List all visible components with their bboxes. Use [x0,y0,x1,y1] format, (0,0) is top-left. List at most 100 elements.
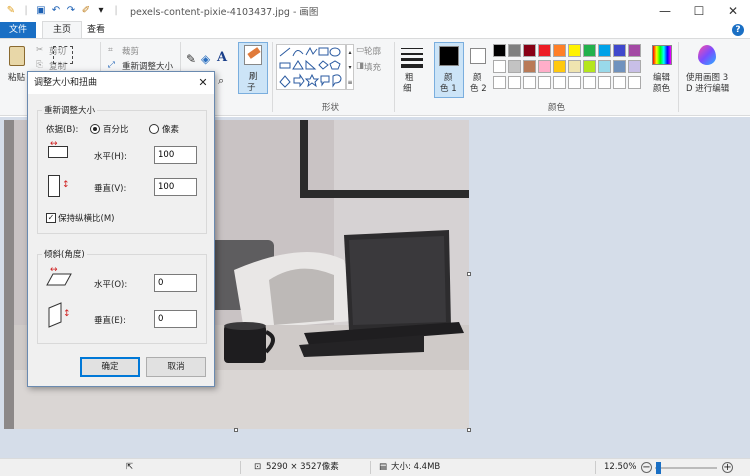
zoom-level: 12.50% [604,462,637,472]
palette-swatch[interactable] [508,76,521,89]
palette-swatch[interactable] [583,44,596,57]
pixels-radio[interactable] [149,124,159,134]
palette-swatch[interactable] [553,60,566,73]
customize-qa-icon[interactable]: ▾ [95,5,107,17]
ok-button[interactable]: 确定 [80,357,140,377]
maximize-button[interactable]: ☐ [682,0,716,22]
palette-swatch[interactable] [508,44,521,57]
fill-icon[interactable]: ◈ [201,52,210,66]
vertical-resize-icon: ↕ [46,173,70,199]
magnifier-icon[interactable]: ⌕ [218,74,224,88]
canvas-resize-handle[interactable] [467,272,471,276]
tab-view[interactable]: 查看 [84,22,108,38]
save-icon[interactable]: ▣ [35,5,47,17]
tab-home[interactable]: 主页 [42,21,82,39]
paste-button[interactable]: 粘贴 [8,71,25,83]
brush-icon [244,45,262,65]
palette-swatch[interactable] [568,44,581,57]
cancel-button[interactable]: 取消 [146,357,206,377]
palette-swatch[interactable] [538,76,551,89]
keep-ratio-checkbox[interactable]: ✓ [46,213,56,223]
shapes-gallery[interactable] [276,44,346,90]
palette-swatch[interactable] [598,60,611,73]
palette-swatch[interactable] [508,60,521,73]
palette-swatch[interactable] [493,44,506,57]
canvas-resize-handle[interactable] [234,428,238,432]
size-icon[interactable] [401,46,423,68]
fill-shape-button[interactable]: 填充 [364,61,381,73]
palette-swatch[interactable] [553,76,566,89]
edit-colors-icon[interactable] [652,45,672,65]
fill-shape-icon[interactable]: ◨ [356,61,364,71]
undo-icon[interactable]: ↶ [50,5,62,17]
paint3d-icon[interactable] [698,45,716,65]
image-dimensions: 5290 × 3527像素 [266,462,339,472]
dialog-title: 调整大小和扭曲 [28,72,214,94]
file-size: 大小: 4.4MB [391,462,441,472]
shapes-group-label: 形状 [322,103,340,113]
edit-colors-button-2[interactable]: 颜色 [653,82,670,94]
redo-icon[interactable]: ↷ [65,5,77,17]
skew-horizontal-label: 水平(O): [94,280,128,290]
outline-icon[interactable]: ▭ [356,45,364,55]
cursor-position-icon: ⇱ [126,462,134,472]
copy-icon[interactable]: ⎘ [36,60,43,70]
canvas-resize-handle[interactable] [467,428,471,432]
pixels-label[interactable]: 像素 [162,123,179,135]
palette-swatch[interactable] [598,44,611,57]
palette-swatch[interactable] [523,76,536,89]
palette-swatch[interactable] [538,44,551,57]
palette-swatch[interactable] [583,76,596,89]
palette-swatch[interactable] [613,76,626,89]
separator: | [114,5,118,16]
vertical-input[interactable] [154,178,197,196]
resize-icon[interactable]: ⤢ [108,60,115,70]
palette-swatch[interactable] [523,44,536,57]
palette-swatch[interactable] [628,44,641,57]
palette-swatch[interactable] [613,60,626,73]
palette-swatch[interactable] [538,60,551,73]
properties-icon[interactable]: ✐ [80,5,92,17]
palette-swatch[interactable] [568,60,581,73]
percent-radio[interactable] [90,124,100,134]
crop-icon[interactable]: ⌗ [108,45,113,55]
palette-swatch[interactable] [613,44,626,57]
zoom-out-button[interactable]: − [641,462,652,473]
horizontal-input[interactable] [154,146,197,164]
size-label-2: 细 [403,84,412,94]
palette-swatch[interactable] [493,76,506,89]
crop-button[interactable]: 裁剪 [122,45,139,57]
palette-swatch[interactable] [628,76,641,89]
tab-file[interactable]: 文件 [0,22,36,38]
select-icon[interactable] [53,46,73,64]
palette-swatch[interactable] [598,76,611,89]
minimize-button[interactable]: — [648,0,682,22]
paste-icon[interactable] [9,46,25,66]
color-1-label-2: 色 1 [440,84,457,94]
skew-horizontal-input[interactable] [154,274,197,292]
paint3d-button-2[interactable]: D 进行编辑 [686,82,729,94]
palette-swatch[interactable] [493,60,506,73]
file-size-icon: ▤ [379,462,388,472]
help-icon[interactable]: ? [732,24,744,36]
zoom-slider-track[interactable] [655,467,717,469]
percent-label[interactable]: 百分比 [103,123,129,135]
palette-swatch[interactable] [568,76,581,89]
outline-button[interactable]: 轮廓 [364,45,381,57]
close-button[interactable]: ✕ [716,0,750,22]
keep-ratio-label[interactable]: 保持纵横比(M) [58,212,114,224]
zoom-slider-thumb[interactable] [656,462,661,474]
zoom-in-button[interactable]: + [722,462,733,473]
palette-swatch[interactable] [628,60,641,73]
pencil-icon[interactable]: ✎ [186,52,196,66]
brushes-label-2: 子 [247,83,256,93]
text-icon[interactable]: A [217,50,227,65]
palette-swatch[interactable] [523,60,536,73]
skew-vertical-input[interactable] [154,310,197,328]
color-2-swatch[interactable] [470,48,486,64]
dialog-close-button[interactable]: ✕ [196,72,210,94]
palette-swatch[interactable] [553,44,566,57]
palette-swatch[interactable] [583,60,596,73]
cut-icon[interactable]: ✂ [36,45,43,55]
shapes-scroll[interactable]: ▴ ▾ ≡ [346,44,354,90]
